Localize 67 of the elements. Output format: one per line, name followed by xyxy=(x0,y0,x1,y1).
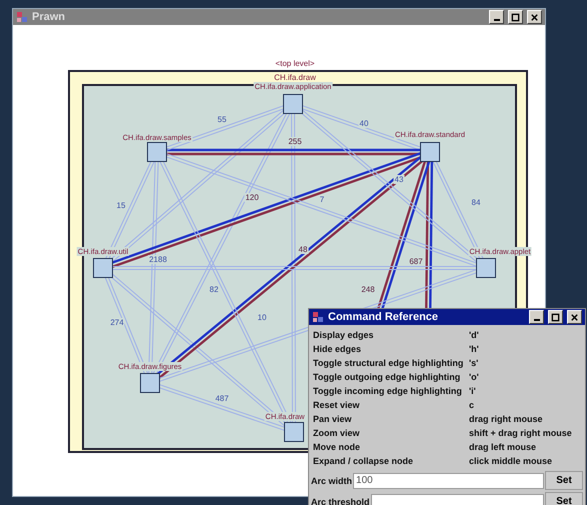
command-key: c xyxy=(469,398,582,412)
window-title: Prawn xyxy=(32,11,66,23)
setting-field[interactable] xyxy=(370,494,544,505)
command-key: 's' xyxy=(469,356,582,370)
edge-weight: 120 xyxy=(244,193,260,202)
edge-weight: 274 xyxy=(109,318,125,327)
edge-weight: 40 xyxy=(358,119,370,128)
edge-weight: 84 xyxy=(470,198,482,207)
minimize-icon xyxy=(534,319,540,321)
node-box[interactable] xyxy=(140,373,160,393)
node-box[interactable] xyxy=(284,422,304,442)
command-name: Reset view xyxy=(313,399,361,412)
command-name: Toggle outgoing edge highlighting xyxy=(313,371,462,384)
edge-weight: 7 xyxy=(318,195,326,204)
node-box[interactable] xyxy=(420,142,440,162)
setting-label: Arc threshold xyxy=(311,496,370,505)
app-icon xyxy=(312,311,324,323)
edge-weight: 48 xyxy=(298,245,308,254)
command-key: 'o' xyxy=(469,370,582,384)
command-name: Toggle structural edge highlighting xyxy=(313,357,464,370)
node-box[interactable] xyxy=(93,258,113,278)
command-name: Zoom view xyxy=(313,427,361,440)
edge-weight: 255 xyxy=(287,137,303,146)
edge-weight: 55 xyxy=(216,115,228,124)
maximize-icon xyxy=(511,12,520,22)
command-name: Display edges xyxy=(313,329,375,342)
setting-field[interactable]: 100 xyxy=(353,472,544,488)
command-key: 'i' xyxy=(469,384,582,398)
set-button[interactable]: Set xyxy=(545,492,583,505)
command-name: Move node xyxy=(313,441,362,454)
command-key: shift + drag right mouse xyxy=(469,426,582,440)
command-key: 'h' xyxy=(469,342,582,356)
maximize-icon xyxy=(551,312,560,322)
close-button[interactable] xyxy=(567,310,582,324)
close-icon xyxy=(570,312,579,322)
command-key: 'd' xyxy=(469,328,582,342)
app-icon xyxy=(16,11,28,23)
edge-weight: 82 xyxy=(208,285,220,294)
close-button[interactable] xyxy=(527,10,542,24)
edge-weight: 2188 xyxy=(148,255,168,264)
edge-weight: 15 xyxy=(116,201,126,210)
command-key: click middle mouse xyxy=(469,454,582,468)
command-name: Hide edges xyxy=(313,343,362,356)
set-button[interactable]: Set xyxy=(545,471,583,490)
package-label: CH.ifa.draw xyxy=(273,73,317,82)
maximize-button[interactable] xyxy=(548,310,563,324)
edge-weight: 687 xyxy=(408,257,424,266)
dialog-title: Command Reference xyxy=(328,311,438,323)
maximize-button[interactable] xyxy=(508,10,523,24)
minimize-button[interactable] xyxy=(529,310,544,324)
node-box[interactable] xyxy=(283,94,303,114)
edge-weight: 43 xyxy=(394,175,404,184)
command-name: Pan view xyxy=(313,413,353,426)
command-name: Toggle incoming edge highlighting xyxy=(313,385,463,398)
edge-weight: 487 xyxy=(214,394,230,403)
canvas-label: <top level> xyxy=(274,59,316,68)
close-icon xyxy=(530,12,539,22)
setting-label: Arc width xyxy=(311,476,352,486)
command-name: Expand / collapse node xyxy=(313,455,414,468)
node-box[interactable] xyxy=(147,142,167,162)
minimize-button[interactable] xyxy=(489,10,504,24)
edge-weight: 248 xyxy=(360,285,376,294)
command-key: drag right mouse xyxy=(469,412,582,426)
edge-weight: 10 xyxy=(256,313,268,322)
node-box[interactable] xyxy=(476,258,496,278)
minimize-icon xyxy=(494,19,500,21)
command-key: drag left mouse xyxy=(469,440,582,454)
